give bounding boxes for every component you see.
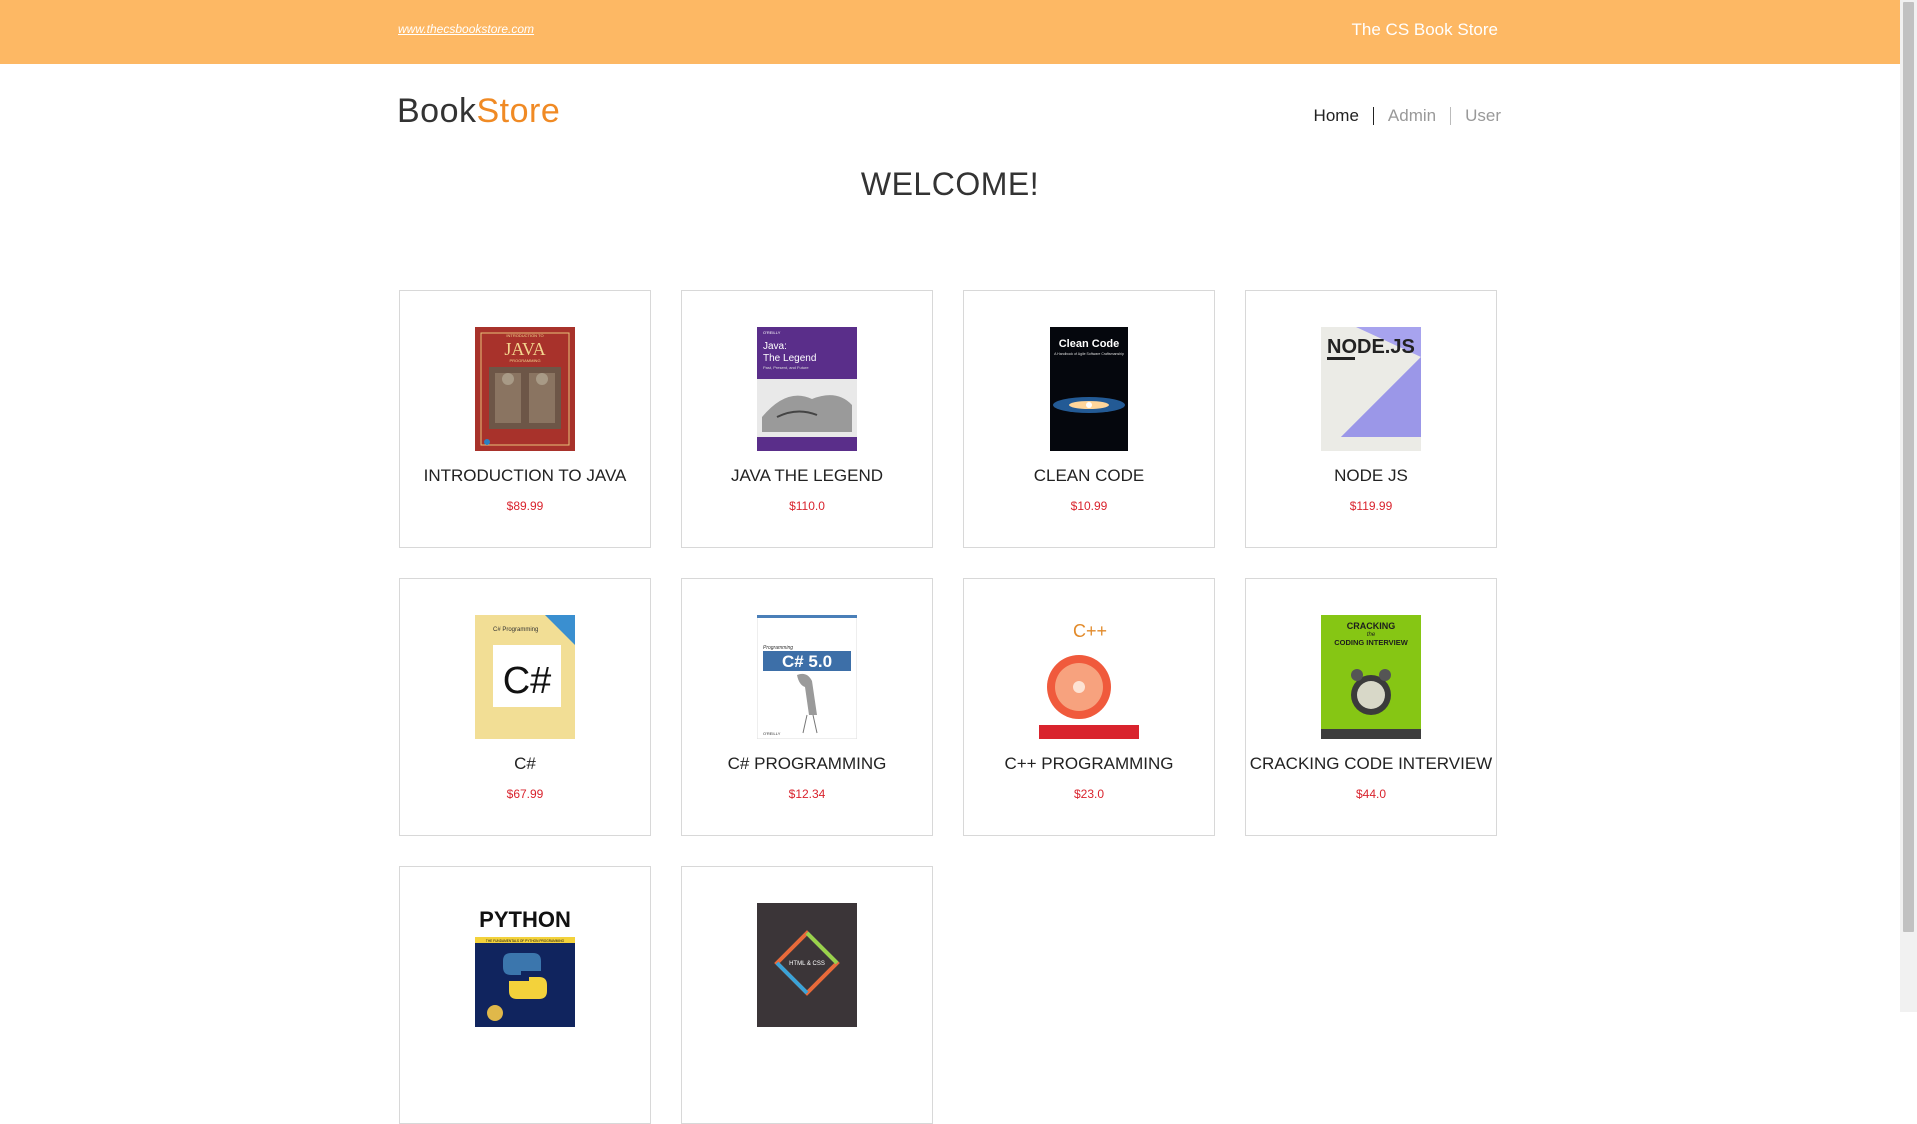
book-card[interactable]: CRACKING the CODING INTERVIEW CRACKING C… [1245, 578, 1497, 836]
svg-text:NODE.JS: NODE.JS [1327, 336, 1415, 358]
top-bar: www.thecsbookstore.com The CS Book Store [0, 0, 1900, 64]
svg-text:CODING INTERVIEW: CODING INTERVIEW [1334, 638, 1409, 647]
book-card[interactable]: INTRODUCTION TO JAVA PROGRAMMING INTRODU… [399, 290, 651, 548]
book-title[interactable]: CRACKING CODE INTERVIEW [1246, 754, 1496, 774]
svg-text:C# Programming: C# Programming [493, 627, 538, 633]
svg-text:Past, Present, and Future: Past, Present, and Future [763, 365, 809, 370]
svg-text:Java:: Java: [763, 341, 787, 352]
book-title[interactable]: NODE JS [1246, 466, 1496, 486]
svg-text:PYTHON: PYTHON [479, 907, 571, 932]
book-title[interactable]: C# [400, 754, 650, 774]
svg-text:CRACKING: CRACKING [1347, 621, 1396, 631]
book-cover-image[interactable]: PYTHON THE FUNDAMENTALS OF PYTHON PROGRA… [475, 903, 575, 1027]
store-name: The CS Book Store [1351, 20, 1498, 39]
book-price: $44.0 [1355, 787, 1387, 801]
welcome-heading: WELCOME! [860, 166, 1040, 202]
site-url-link[interactable]: www.thecsbookstore.com [398, 22, 534, 36]
book-card[interactable]: NODE.JS NODE JS $119.99 [1245, 290, 1497, 548]
nav-user[interactable]: User [1451, 106, 1515, 126]
book-cover-image[interactable]: C# Programming C# [475, 615, 575, 739]
svg-text:PROGRAMMING: PROGRAMMING [509, 358, 540, 363]
book-cover-image[interactable]: O'REILLY Java: The Legend Past, Present,… [757, 327, 857, 451]
svg-text:THE FUNDAMENTALS OF PYTHON PRO: THE FUNDAMENTALS OF PYTHON PROGRAMMING [486, 939, 565, 943]
book-cover-image[interactable]: HTML & CSS [757, 903, 857, 1027]
book-cover-image[interactable]: INTRODUCTION TO JAVA PROGRAMMING [475, 327, 575, 451]
vertical-scrollbar[interactable] [1900, 0, 1917, 1012]
svg-text:Clean Code: Clean Code [1059, 338, 1120, 350]
svg-text:INTRODUCTION TO: INTRODUCTION TO [506, 333, 543, 338]
svg-text:C# 5.0: C# 5.0 [782, 652, 832, 671]
book-card[interactable]: HTML & CSS [681, 866, 933, 1124]
book-title[interactable]: JAVA THE LEGEND [682, 466, 932, 486]
svg-text:A Handbook of Agile Software C: A Handbook of Agile Software Craftsmansh… [1054, 352, 1124, 356]
book-cover-image[interactable]: NODE.JS [1321, 327, 1421, 451]
book-cover-image[interactable]: CRACKING the CODING INTERVIEW [1321, 615, 1421, 739]
book-title[interactable]: C# PROGRAMMING [682, 754, 932, 774]
book-price: $110.0 [789, 499, 825, 513]
book-card[interactable]: C# Programming C# C# $67.99 [399, 578, 651, 836]
book-price: $12.34 [788, 787, 826, 801]
book-card[interactable]: Programming C# 5.0 O'REILLY C# PROGRAMMI… [681, 578, 933, 836]
book-card[interactable]: PYTHON THE FUNDAMENTALS OF PYTHON PROGRA… [399, 866, 651, 1124]
svg-text:The Legend: The Legend [763, 353, 816, 364]
svg-text:HTML & CSS: HTML & CSS [789, 961, 825, 967]
book-title[interactable]: INTRODUCTION TO JAVA [400, 466, 650, 486]
book-price: $119.99 [1349, 499, 1393, 513]
main-nav: Home Admin User [1300, 106, 1515, 126]
svg-text:C++: C++ [1073, 621, 1107, 641]
scrollbar-thumb[interactable] [1903, 2, 1914, 932]
book-price: $10.99 [1070, 499, 1108, 513]
book-card[interactable]: Clean Code A Handbook of Agile Software … [963, 290, 1215, 548]
book-title[interactable]: C++ PROGRAMMING [964, 754, 1214, 774]
svg-text:C#: C# [503, 660, 552, 702]
book-price: $67.99 [506, 787, 544, 801]
book-cover-image[interactable]: Programming C# 5.0 O'REILLY [757, 615, 857, 739]
book-grid: INTRODUCTION TO JAVA PROGRAMMING INTRODU… [399, 290, 1499, 1124]
book-title[interactable]: CLEAN CODE [964, 466, 1214, 486]
svg-text:O'REILLY: O'REILLY [763, 330, 781, 335]
bookstore-logo[interactable]: BookStore [397, 92, 560, 131]
svg-text:Programming: Programming [763, 645, 793, 651]
svg-text:O'REILLY: O'REILLY [763, 731, 781, 736]
logo-text-book: Book [397, 92, 477, 130]
svg-text:JAVA: JAVA [504, 339, 545, 359]
book-cover-image[interactable]: Clean Code A Handbook of Agile Software … [1050, 327, 1128, 451]
nav-home[interactable]: Home [1300, 106, 1373, 126]
logo-text-store: Store [476, 92, 561, 130]
book-cover-image[interactable]: C++ [1039, 615, 1139, 739]
book-card[interactable]: C++ C++ PROGRAMMING $23.0 [963, 578, 1215, 836]
book-price: $89.99 [506, 499, 544, 513]
nav-admin[interactable]: Admin [1374, 106, 1450, 126]
book-card[interactable]: O'REILLY Java: The Legend Past, Present,… [681, 290, 933, 548]
book-price: $23.0 [1073, 787, 1105, 801]
